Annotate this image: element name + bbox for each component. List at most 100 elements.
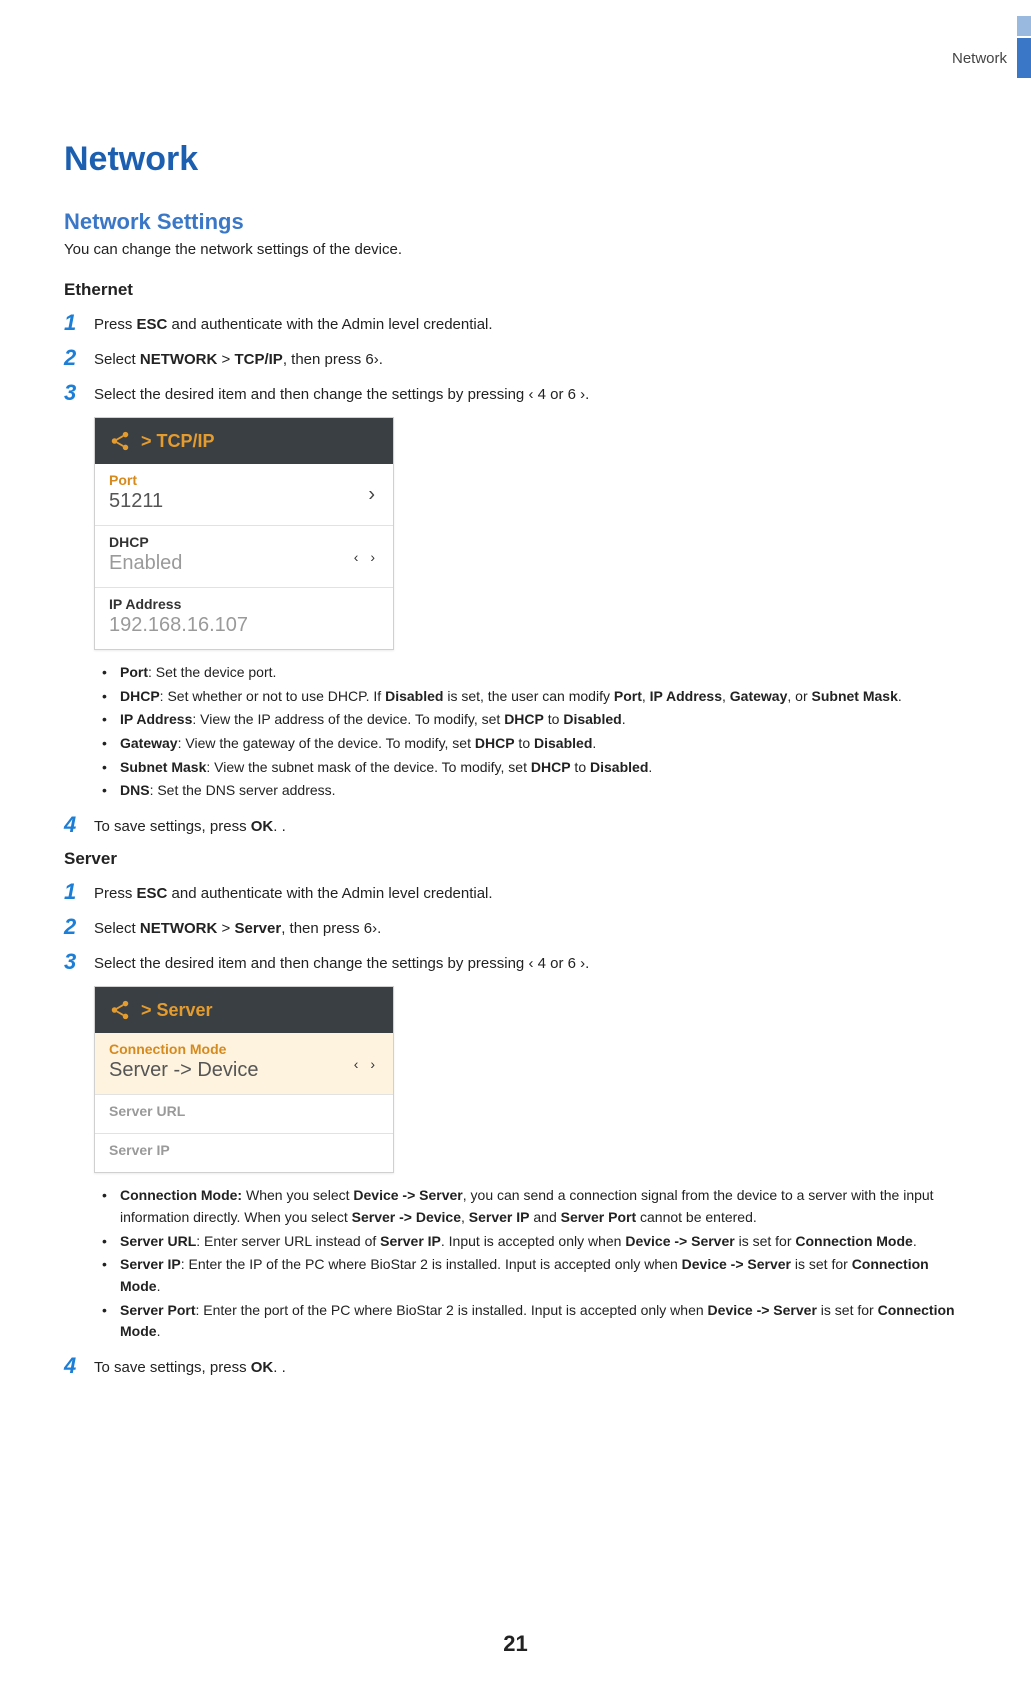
header-tab: Network bbox=[952, 38, 1031, 78]
row-value: 51211 bbox=[109, 490, 379, 513]
left-right-arrows-icon: ‹ › bbox=[354, 1056, 379, 1072]
text: to bbox=[571, 759, 590, 775]
menu-server: Server bbox=[234, 920, 281, 937]
term: Disabled bbox=[590, 759, 648, 775]
key-ok: OK bbox=[251, 818, 274, 835]
term: Server -> Device bbox=[352, 1209, 461, 1225]
menu-tcpip: TCP/IP bbox=[234, 351, 282, 368]
bullet-item: IP Address: View the IP address of the d… bbox=[102, 709, 967, 731]
page-number: 21 bbox=[0, 1631, 1031, 1657]
text: . bbox=[377, 920, 381, 937]
text: To save settings, press bbox=[94, 1359, 251, 1376]
term: Server IP bbox=[469, 1209, 530, 1225]
ethernet-heading: Ethernet bbox=[64, 280, 967, 300]
term: Connection Mode: bbox=[120, 1187, 242, 1203]
term: Server Port bbox=[120, 1302, 195, 1318]
chevron-right-icon: › bbox=[368, 483, 375, 506]
text: . bbox=[585, 386, 589, 403]
server-heading: Server bbox=[64, 849, 967, 869]
key-6: 6 bbox=[365, 351, 373, 368]
text: Select the desired item and then change … bbox=[94, 955, 528, 972]
text: , then press bbox=[281, 920, 364, 937]
text: is set for bbox=[735, 1233, 796, 1249]
text: . bbox=[898, 688, 902, 704]
text: Press bbox=[94, 885, 137, 902]
term: DHCP bbox=[475, 735, 515, 751]
term: Device -> Server bbox=[708, 1302, 817, 1318]
tab-accent-top bbox=[1017, 16, 1031, 36]
text: . Input is accepted only when bbox=[441, 1233, 625, 1249]
bullet-item: DNS: Set the DNS server address. bbox=[102, 780, 967, 802]
text: , or bbox=[787, 688, 811, 704]
menu-network: NETWORK bbox=[140, 920, 218, 937]
angle: ‹ bbox=[528, 386, 533, 403]
text: Select bbox=[94, 920, 140, 937]
device-breadcrumb: > Server bbox=[141, 1000, 213, 1021]
step-number: 4 bbox=[64, 1355, 94, 1377]
step-text: To save settings, press OK. . bbox=[94, 1355, 286, 1378]
share-icon bbox=[109, 999, 131, 1021]
text: to bbox=[544, 711, 563, 727]
left-right-arrows-icon: ‹ › bbox=[354, 549, 379, 565]
step-text: To save settings, press OK. . bbox=[94, 814, 286, 837]
text: , bbox=[722, 688, 730, 704]
term: DHCP bbox=[504, 711, 544, 727]
ethernet-steps: 1 Press ESC and authenticate with the Ad… bbox=[64, 312, 967, 405]
text: : Set whether or not to use DHCP. If bbox=[160, 688, 385, 704]
step-number: 2 bbox=[64, 916, 94, 938]
share-icon bbox=[109, 430, 131, 452]
row-label: IP Address bbox=[109, 596, 379, 612]
text: When you select bbox=[242, 1187, 353, 1203]
bullet-item: Gateway: View the gateway of the device.… bbox=[102, 733, 967, 755]
step-number: 1 bbox=[64, 881, 94, 903]
key-6: 6 bbox=[568, 955, 576, 972]
text: : Set the device port. bbox=[148, 664, 276, 680]
step-number: 3 bbox=[64, 382, 94, 404]
term: Server Port bbox=[561, 1209, 636, 1225]
text: is set for bbox=[791, 1256, 852, 1272]
text: . bbox=[622, 711, 626, 727]
row-value: Enabled bbox=[109, 552, 379, 575]
text: > bbox=[217, 351, 234, 368]
ethernet-steps-end: 4 To save settings, press OK. . bbox=[64, 814, 967, 837]
text: Select the desired item and then change … bbox=[94, 386, 528, 403]
bullet-item: Subnet Mask: View the subnet mask of the… bbox=[102, 757, 967, 779]
step-number: 1 bbox=[64, 312, 94, 334]
step-text: Select NETWORK > Server, then press 6›. bbox=[94, 916, 381, 939]
text: : View the gateway of the device. To mod… bbox=[178, 735, 475, 751]
term: Server URL bbox=[120, 1233, 196, 1249]
term: Subnet Mask bbox=[120, 759, 206, 775]
step-text: Select the desired item and then change … bbox=[94, 951, 589, 974]
menu-network: NETWORK bbox=[140, 351, 218, 368]
step-number: 2 bbox=[64, 347, 94, 369]
device-screenshot-server: > Server Connection Mode Server -> Devic… bbox=[94, 986, 394, 1173]
text: cannot be entered. bbox=[636, 1209, 757, 1225]
device-row-port: Port 51211 › bbox=[95, 464, 393, 526]
text: and bbox=[529, 1209, 560, 1225]
text: : Enter server URL instead of bbox=[196, 1233, 380, 1249]
device-breadcrumb: > TCP/IP bbox=[141, 431, 215, 452]
term: Gateway bbox=[730, 688, 788, 704]
text: : Enter the IP of the PC where BioStar 2… bbox=[181, 1256, 682, 1272]
key-4: 4 bbox=[538, 386, 546, 403]
device-header: > Server bbox=[95, 987, 393, 1033]
text: . . bbox=[273, 1359, 286, 1376]
bullet-item: Server IP: Enter the IP of the PC where … bbox=[102, 1254, 967, 1297]
step-text: Select the desired item and then change … bbox=[94, 382, 589, 405]
text: or bbox=[550, 955, 568, 972]
bullet-item: Server URL: Enter server URL instead of … bbox=[102, 1231, 967, 1253]
text: : View the subnet mask of the device. To… bbox=[206, 759, 531, 775]
text: , bbox=[461, 1209, 469, 1225]
text: . bbox=[379, 351, 383, 368]
step-text: Press ESC and authenticate with the Admi… bbox=[94, 881, 493, 904]
term: Device -> Server bbox=[625, 1233, 734, 1249]
step-number: 4 bbox=[64, 814, 94, 836]
device-row-connection-mode: Connection Mode Server -> Device ‹ › bbox=[95, 1033, 393, 1095]
term: Device -> Server bbox=[353, 1187, 462, 1203]
bullet-item: Port: Set the device port. bbox=[102, 662, 967, 684]
term: Port bbox=[614, 688, 642, 704]
text: is set, the user can modify bbox=[443, 688, 613, 704]
step-text: Press ESC and authenticate with the Admi… bbox=[94, 312, 493, 335]
term: Connection Mode bbox=[795, 1233, 912, 1249]
text: . bbox=[648, 759, 652, 775]
